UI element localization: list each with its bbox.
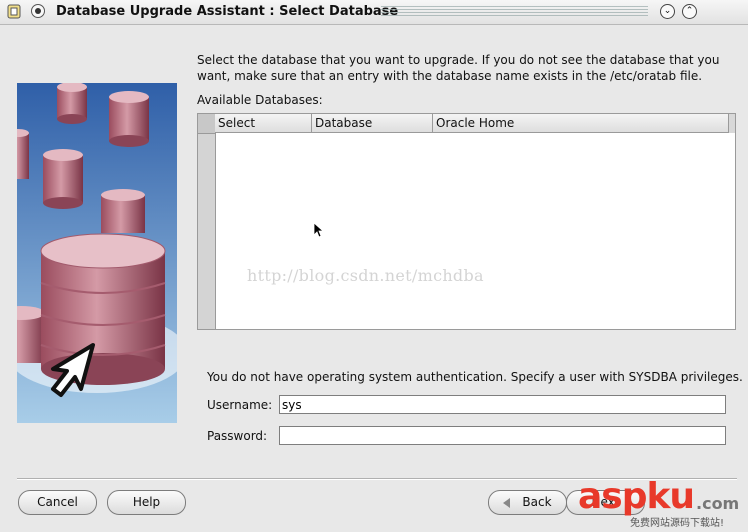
available-databases-label: Available Databases: bbox=[197, 93, 323, 107]
column-header-select[interactable]: Select bbox=[215, 114, 312, 133]
back-arrow-icon bbox=[503, 497, 511, 508]
app-icon bbox=[7, 4, 21, 19]
column-header-database[interactable]: Database bbox=[312, 114, 433, 133]
back-button[interactable]: Back bbox=[488, 490, 567, 515]
password-label: Password: bbox=[207, 429, 268, 443]
title-bar-decoration bbox=[381, 6, 648, 18]
row-header-column bbox=[198, 114, 216, 329]
table-corner bbox=[198, 114, 215, 134]
column-header-oracle-home[interactable]: Oracle Home bbox=[433, 114, 730, 133]
cancel-button[interactable]: Cancel bbox=[18, 490, 97, 515]
username-field[interactable] bbox=[279, 395, 726, 414]
chevron-up-icon: ⌃ bbox=[685, 6, 694, 16]
databases-table[interactable]: Select Database Oracle Home bbox=[197, 113, 736, 330]
site-logo: aspku .com 免费网站源码下载站! bbox=[578, 474, 748, 532]
logo-tagline: 免费网站源码下载站! bbox=[630, 518, 725, 529]
minimize-button[interactable]: ⌄ bbox=[660, 4, 675, 19]
auth-message: You do not have operating system authent… bbox=[207, 370, 743, 384]
watermark-text: http://blog.csdn.net/mchdba bbox=[247, 266, 484, 285]
password-field[interactable] bbox=[279, 426, 726, 445]
help-button[interactable]: Help bbox=[107, 490, 186, 515]
maximize-button[interactable]: ⌃ bbox=[682, 4, 697, 19]
mouse-cursor-icon bbox=[313, 222, 323, 238]
database-illustration bbox=[17, 83, 177, 423]
chevron-down-icon: ⌄ bbox=[663, 6, 672, 16]
table-scrollbar[interactable] bbox=[728, 114, 735, 133]
logo-main-text: aspku bbox=[578, 476, 695, 517]
back-button-label: Back bbox=[522, 495, 552, 509]
window-title: Database Upgrade Assistant : Select Data… bbox=[56, 4, 399, 19]
title-bar[interactable]: Database Upgrade Assistant : Select Data… bbox=[0, 0, 748, 25]
username-label: Username: bbox=[207, 398, 273, 412]
instructions-text: Select the database that you want to upg… bbox=[197, 53, 720, 83]
window-menu-button[interactable] bbox=[31, 4, 45, 18]
logo-domain-text: .com bbox=[696, 494, 740, 513]
